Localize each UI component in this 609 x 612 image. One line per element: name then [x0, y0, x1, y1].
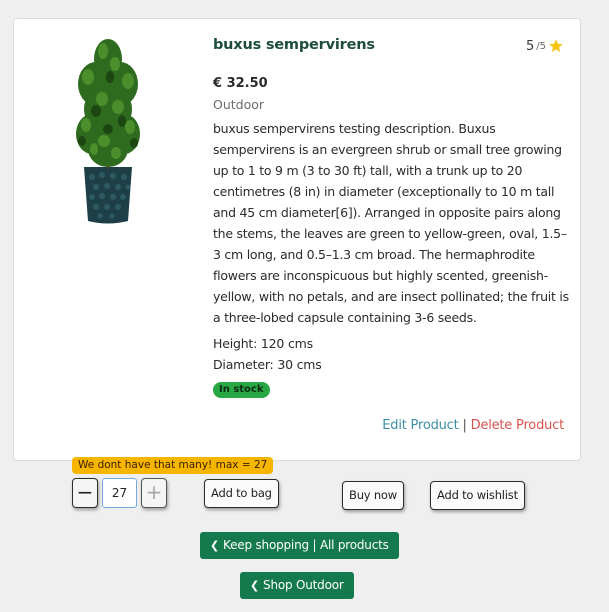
quantity-input[interactable] — [102, 478, 137, 508]
product-card: buxus sempervirens 5/5 € 32.50 Outdoor b… — [13, 18, 581, 461]
product-description: buxus sempervirens testing description. … — [213, 121, 569, 325]
buy-now-button[interactable]: Buy now — [342, 481, 404, 510]
stock-badge: In stock — [213, 382, 270, 398]
shop-category-button[interactable]: ❮ Shop Outdoor — [240, 572, 354, 599]
product-price: € 32.50 — [213, 76, 268, 91]
product-rating: 5/5 — [526, 38, 564, 54]
star-icon — [549, 39, 563, 52]
product-diameter: Diameter: 30 cms — [213, 357, 322, 372]
product-dimensions: Height: 120 cms Diameter: 30 cms — [213, 333, 322, 375]
chevron-left-icon: ❮ — [250, 579, 260, 592]
quantity-warning: We dont have that many! max = 27 — [72, 457, 274, 474]
keep-shopping-label: Keep shopping | All products — [223, 538, 389, 552]
rating-max: /5 — [536, 40, 546, 52]
increment-button[interactable]: + — [141, 478, 167, 508]
add-to-wishlist-button[interactable]: Add to wishlist — [430, 481, 525, 510]
shop-category-label: Shop Outdoor — [263, 578, 344, 592]
product-category: Outdoor — [213, 97, 265, 112]
product-height: Height: 120 cms — [213, 336, 313, 351]
add-to-bag-button[interactable]: Add to bag — [204, 479, 279, 508]
admin-separator: | — [462, 418, 467, 433]
product-image — [76, 39, 140, 224]
rating-value: 5 — [525, 38, 535, 54]
chevron-left-icon: ❮ — [210, 539, 220, 552]
keep-shopping-button[interactable]: ❮ Keep shopping | All products — [200, 532, 399, 559]
edit-product-link[interactable]: Edit Product — [382, 418, 458, 433]
delete-product-link[interactable]: Delete Product — [471, 418, 565, 433]
decrement-button[interactable]: − — [72, 478, 98, 508]
product-title: buxus sempervirens — [213, 37, 375, 53]
quantity-stepper: − + — [72, 478, 167, 508]
admin-links: Edit Product | Delete Product — [382, 418, 564, 433]
